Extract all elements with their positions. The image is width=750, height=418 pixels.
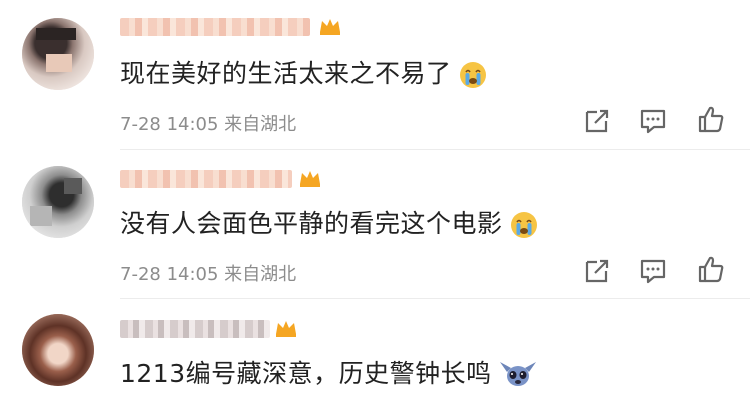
divider: [120, 298, 750, 299]
crying-face-icon: [459, 62, 486, 88]
crown-icon: [300, 171, 320, 187]
thumb-up-icon[interactable]: [696, 254, 726, 284]
crown-icon: [276, 321, 296, 337]
comment-meta: 7-28 14:05 来自湖北: [120, 114, 297, 135]
comment-meta: 7-28 14:05 来自湖北: [120, 264, 297, 285]
comment-text: 1213编号藏深意，历史警钟长鸣: [120, 354, 538, 392]
stitch-sticker-icon: [499, 362, 536, 386]
crown-icon: [320, 19, 340, 35]
avatar[interactable]: [22, 18, 94, 90]
comment-item: 1213编号藏深意，历史警钟长鸣: [0, 300, 750, 418]
crying-face-icon: [510, 212, 537, 238]
comment-icon[interactable]: [638, 256, 668, 286]
comment-item: 现在美好的生活太来之不易了 7-28 14:05 来自湖北: [0, 0, 750, 150]
comment-text: 没有人会面色平静的看完这个电影: [120, 204, 539, 240]
comment-text: 现在美好的生活太来之不易了: [120, 54, 488, 90]
username-blurred[interactable]: [120, 170, 292, 188]
thumb-up-icon[interactable]: [696, 104, 726, 134]
username-blurred[interactable]: [120, 18, 310, 36]
share-icon[interactable]: [582, 106, 612, 136]
avatar[interactable]: [22, 314, 94, 386]
comment-icon[interactable]: [638, 106, 668, 136]
username-blurred[interactable]: [120, 320, 270, 338]
comment-item: 没有人会面色平静的看完这个电影 7-28 14:05 来自湖北: [0, 150, 750, 300]
share-icon[interactable]: [582, 256, 612, 286]
avatar[interactable]: [22, 166, 94, 238]
